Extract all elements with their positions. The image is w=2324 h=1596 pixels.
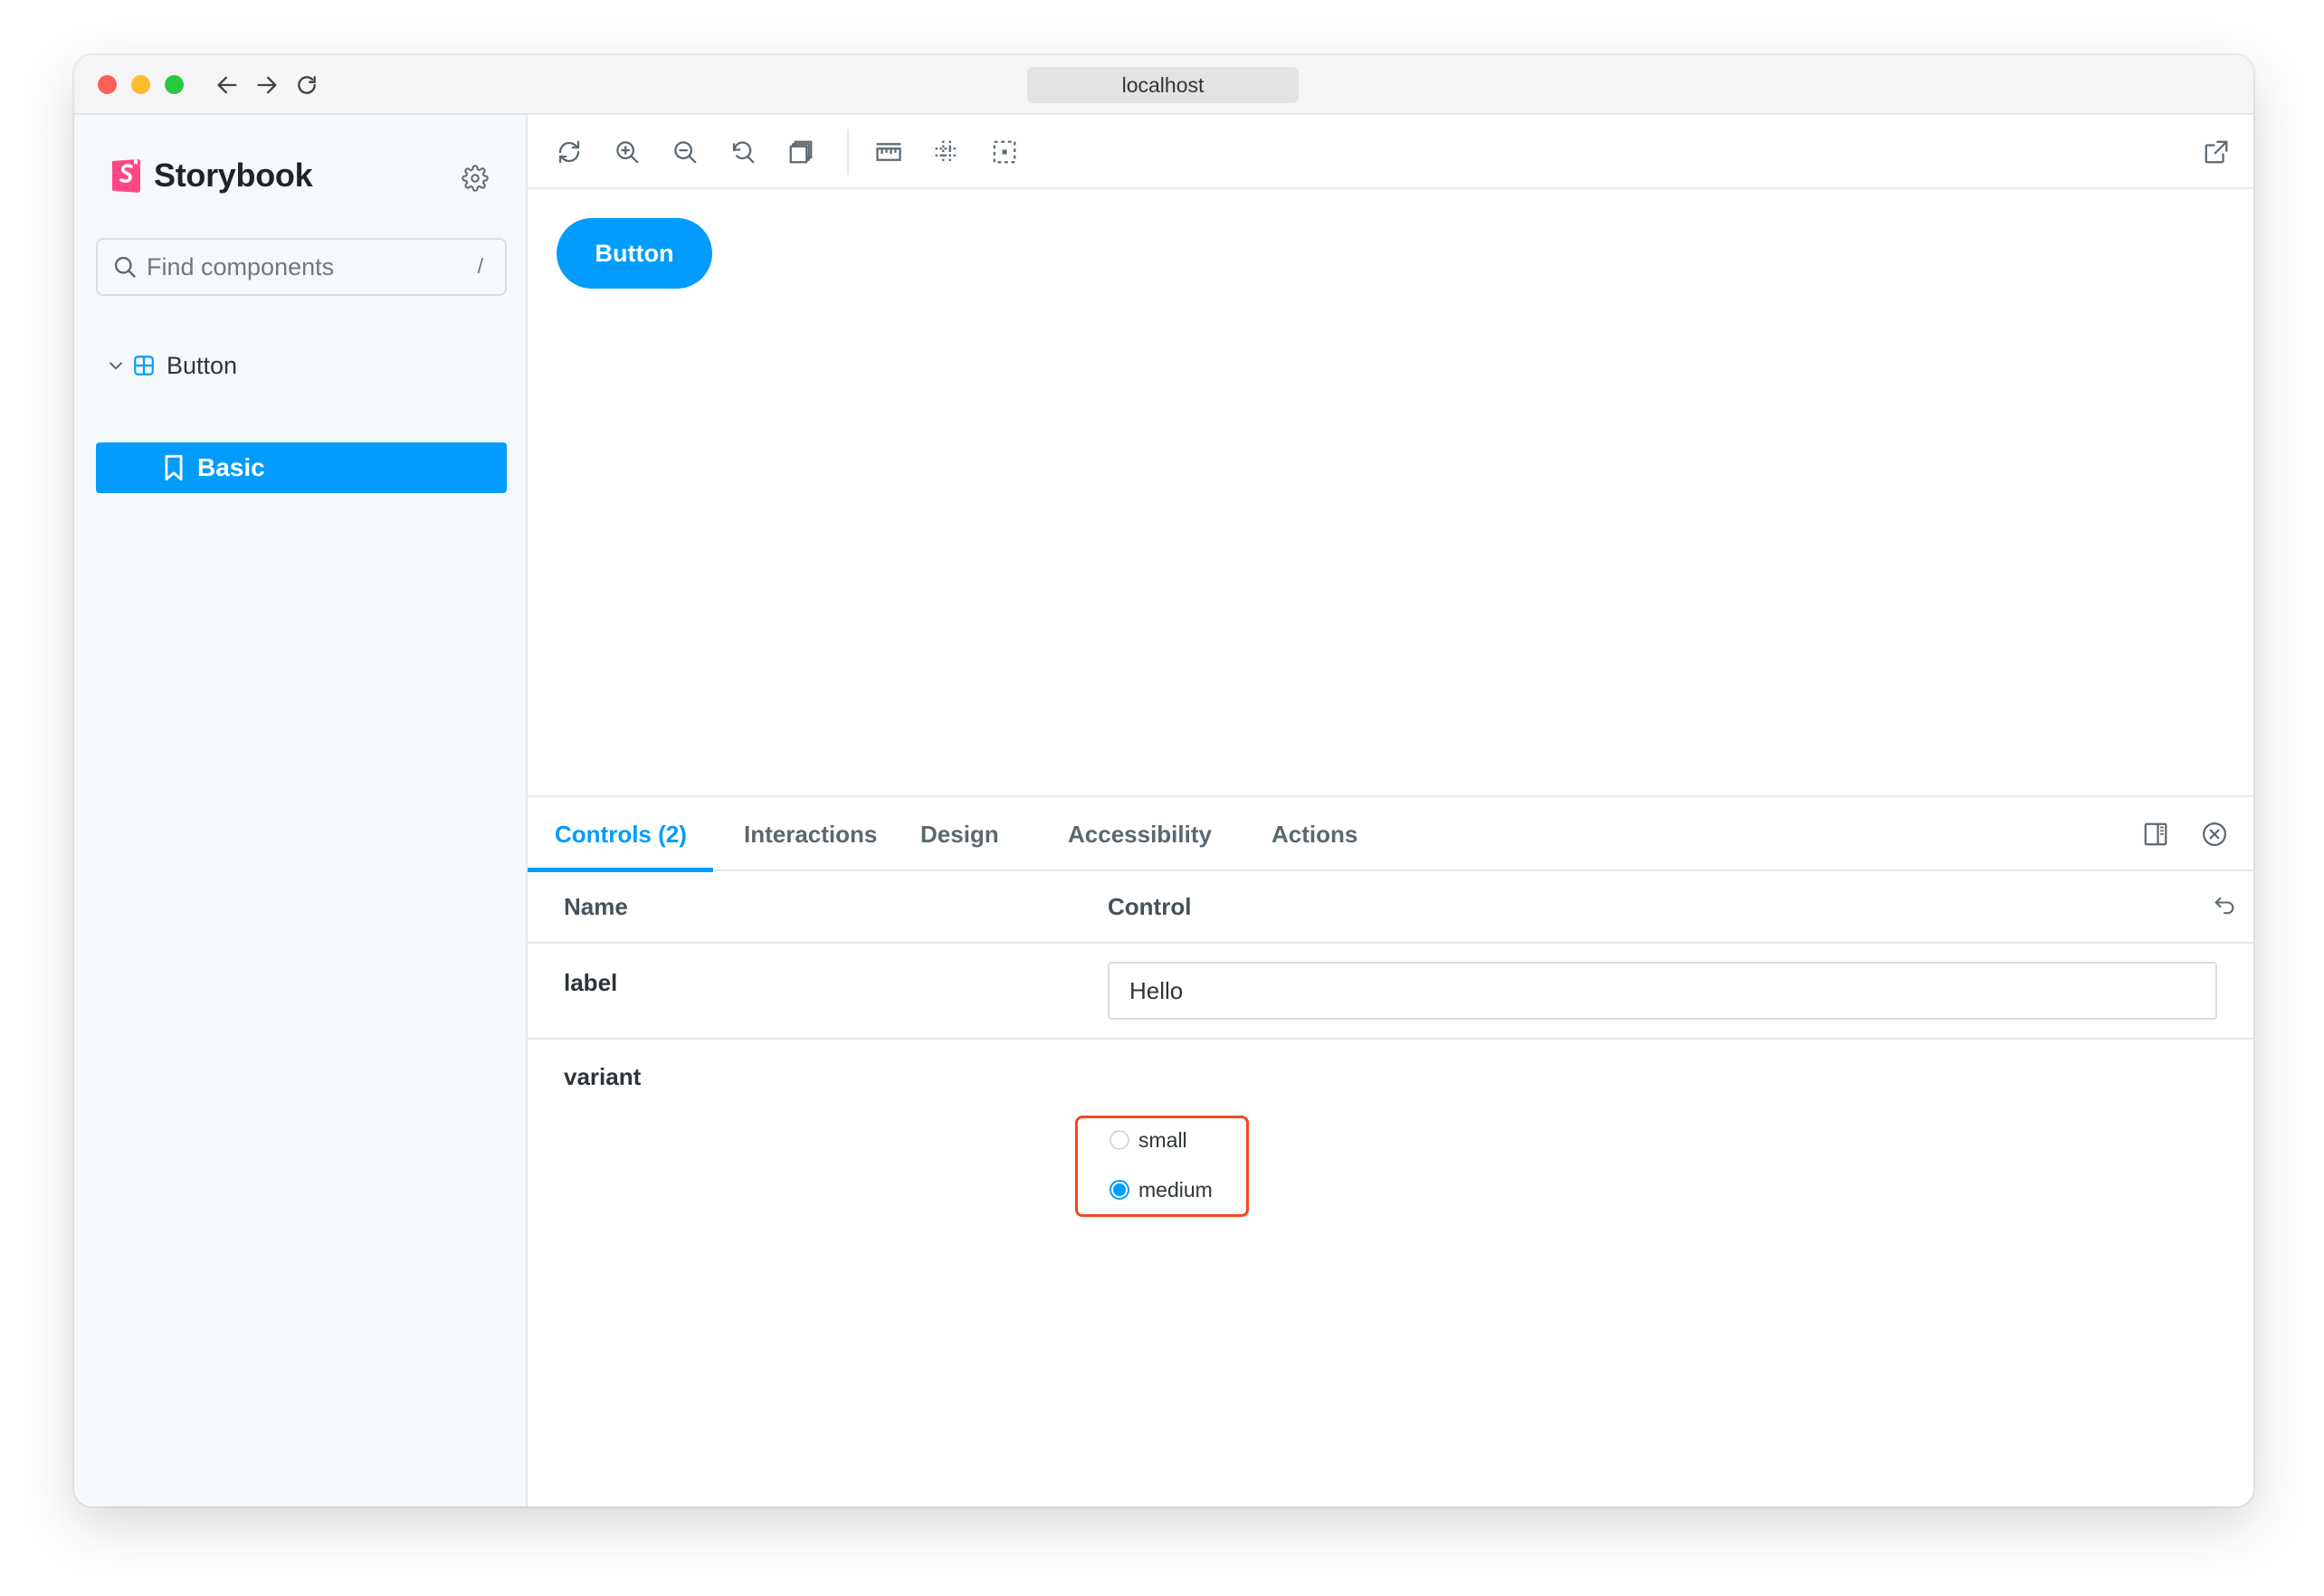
search-input[interactable] — [147, 252, 454, 281]
reset-controls-icon[interactable] — [2208, 889, 2241, 922]
chevron-down-icon — [110, 362, 122, 370]
radio-option-medium[interactable]: medium — [1110, 1171, 1213, 1209]
label-text-input[interactable] — [1108, 962, 2217, 1020]
tab-controls[interactable]: Controls (2) — [555, 797, 687, 871]
preview-canvas: Button — [528, 189, 2253, 795]
radio-button-medium[interactable] — [1110, 1180, 1129, 1200]
browser-titlebar: localhost — [74, 55, 2253, 115]
tree-group-label: Button — [167, 351, 238, 379]
reset-zoom-icon[interactable] — [726, 135, 760, 169]
brand-name: Storybook — [154, 157, 313, 194]
zoom-out-icon[interactable] — [668, 135, 702, 169]
close-window-button[interactable] — [98, 75, 117, 94]
column-header-control: Control — [1108, 893, 1192, 920]
addons-tabbar: Controls (2) Interactions Design Accessi… — [528, 797, 2253, 872]
radio-button-small[interactable] — [1110, 1130, 1129, 1150]
minimize-window-button[interactable] — [131, 75, 150, 94]
panel-orientation-icon[interactable] — [2139, 818, 2172, 850]
address-bar[interactable]: localhost — [1027, 67, 1299, 103]
tree-group-button[interactable]: Button — [107, 347, 237, 385]
radio-label-medium: medium — [1138, 1177, 1213, 1202]
bookmark-icon — [165, 454, 183, 481]
addons-panel: Controls (2) Interactions Design Accessi… — [528, 795, 2253, 1506]
tab-accessibility[interactable]: Accessibility — [1068, 797, 1212, 871]
close-panel-icon[interactable] — [2198, 818, 2231, 850]
prop-name-label: label — [564, 969, 618, 996]
forward-icon[interactable] — [250, 68, 284, 102]
reload-icon[interactable] — [290, 68, 324, 102]
tree-item-basic-story[interactable]: Basic — [96, 442, 507, 493]
back-icon[interactable] — [210, 68, 244, 102]
tab-design[interactable]: Design — [920, 797, 999, 871]
preview-button[interactable]: Button — [557, 218, 712, 289]
outline-icon[interactable] — [987, 135, 1022, 169]
radio-label-small: small — [1138, 1127, 1187, 1152]
background-icon[interactable] — [784, 135, 818, 169]
measure-icon[interactable] — [872, 135, 906, 169]
radio-option-small[interactable]: small — [1110, 1121, 1187, 1159]
component-icon — [134, 356, 154, 375]
browser-window: localhost Storybook / Button — [74, 55, 2253, 1506]
control-row-variant: variant — [528, 1040, 2253, 1221]
main-area: Button Controls (2) Interactions Design … — [528, 115, 2253, 1506]
tab-actions[interactable]: Actions — [1272, 797, 1357, 871]
preview-toolbar — [528, 115, 2253, 189]
search-box[interactable]: / — [96, 238, 507, 296]
prop-name-variant: variant — [564, 1063, 642, 1090]
tab-interactions[interactable]: Interactions — [744, 797, 877, 871]
open-new-tab-icon[interactable] — [2199, 135, 2234, 169]
storybook-logo-icon — [112, 159, 140, 193]
grid-icon[interactable] — [929, 135, 964, 169]
controls-table-header: Name Control — [528, 871, 2253, 944]
tree-item-label: Basic — [197, 453, 265, 481]
toolbar-divider — [847, 129, 849, 175]
brand[interactable]: Storybook — [110, 157, 313, 195]
search-shortcut-hint: / — [477, 254, 483, 278]
sidebar: Storybook / Button Basic — [74, 115, 528, 1506]
search-icon — [114, 256, 136, 278]
remount-icon[interactable] — [552, 135, 586, 169]
url-text: localhost — [1121, 72, 1205, 97]
settings-gear-icon[interactable] — [460, 163, 491, 194]
control-row-label: label — [528, 944, 2253, 1040]
zoom-in-icon[interactable] — [610, 135, 644, 169]
column-header-name: Name — [564, 893, 628, 920]
zoom-window-button[interactable] — [165, 75, 184, 94]
